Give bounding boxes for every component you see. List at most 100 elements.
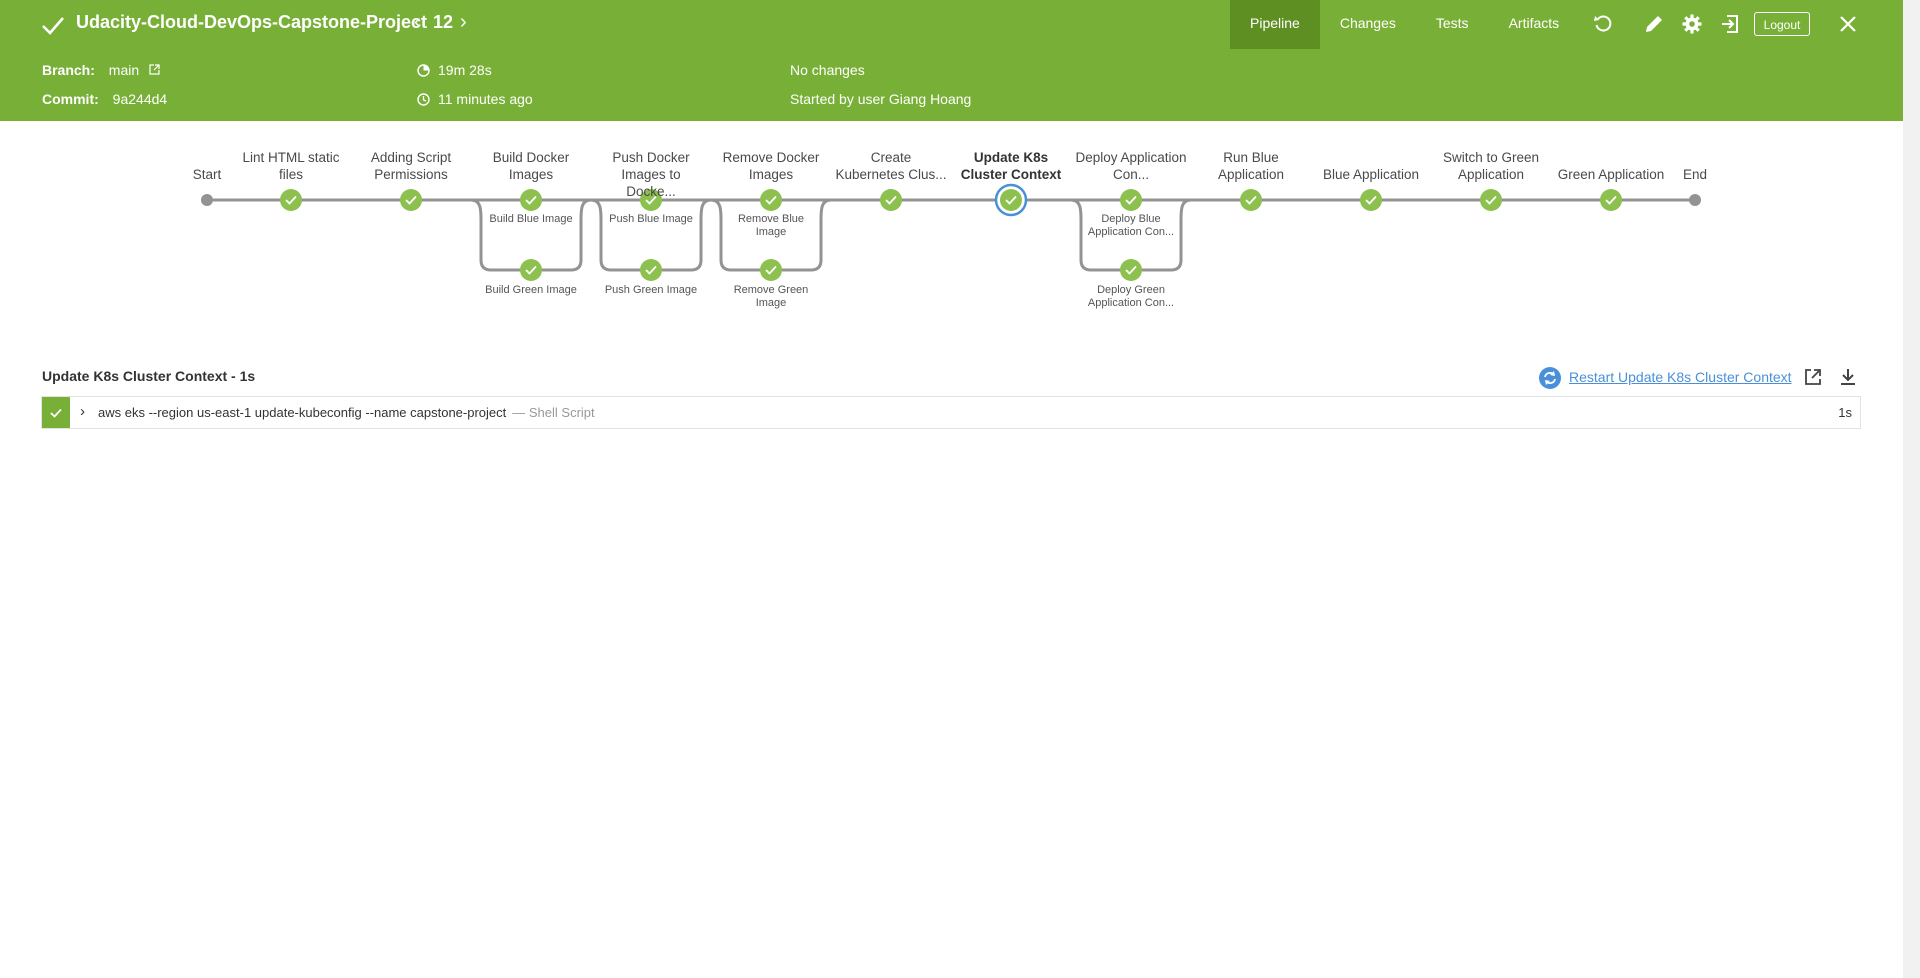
pipeline-graph: Start End Lint HTML static files Adding Scr… (0, 121, 1903, 351)
run-tabs: Pipeline Changes Tests Artifacts (1230, 0, 1579, 49)
node-success-circle (520, 189, 542, 211)
restart-stage-link[interactable]: Restart Update K8s Cluster Context (1569, 369, 1792, 385)
branch-node[interactable] (520, 259, 542, 281)
replay-icon[interactable] (1592, 13, 1614, 35)
step-command: aws eks --region us-east-1 update-kubeco… (98, 405, 595, 420)
step-command-text: aws eks --region us-east-1 update-kubeco… (98, 405, 507, 420)
pipeline-title[interactable]: Udacity-Cloud-DevOps-Capstone-Project (76, 12, 427, 33)
step-status-success (42, 397, 70, 428)
node-success-circle (1360, 189, 1382, 211)
run-header: Udacity-Cloud-DevOps-Capstone-Project ‹ … (0, 0, 1903, 49)
stage-label[interactable]: Create Kubernetes Clus... (835, 149, 947, 183)
stage-node[interactable] (1600, 189, 1622, 211)
node-success-circle (1600, 189, 1622, 211)
start-node (201, 194, 213, 206)
branch-label[interactable]: Remove Blue Image (722, 213, 820, 239)
stage-label[interactable]: Build Docker Images (475, 149, 587, 183)
previous-run-chevron-icon[interactable]: ‹ (414, 11, 421, 34)
started-meta: 11 minutes ago (417, 91, 533, 107)
node-success-circle (1240, 189, 1262, 211)
expand-chevron-icon[interactable]: › (80, 403, 85, 420)
commit-label: Commit: (42, 91, 99, 107)
stage-label[interactable]: Green Application (1555, 166, 1667, 183)
tab-pipeline[interactable]: Pipeline (1230, 0, 1320, 49)
logout-button[interactable]: Logout (1754, 12, 1810, 36)
check-icon (50, 408, 62, 418)
restart-icon[interactable] (1538, 366, 1562, 390)
node-success-circle (880, 189, 902, 211)
branch-label[interactable]: Deploy Green Application Con... (1082, 284, 1180, 310)
node-success-circle (1000, 189, 1022, 211)
step-duration: 1s (1838, 405, 1852, 420)
stage-node[interactable] (880, 189, 902, 211)
stage-node[interactable] (760, 189, 782, 211)
branch-label[interactable]: Push Green Image (602, 284, 700, 297)
stage-label[interactable]: Adding Script Permissions (355, 149, 467, 183)
node-success-circle (520, 259, 542, 281)
run-number: 12 (433, 12, 454, 32)
exit-icon[interactable] (1719, 13, 1741, 35)
node-success-circle (760, 259, 782, 281)
step-row[interactable]: › aws eks --region us-east-1 update-kube… (41, 396, 1861, 429)
stage-node[interactable] (520, 189, 542, 211)
open-external-icon[interactable] (1803, 367, 1823, 387)
stage-label[interactable]: Update K8s Cluster Context (955, 149, 1067, 183)
edit-icon[interactable] (1643, 13, 1665, 35)
node-success-circle (1120, 259, 1142, 281)
end-node (1689, 194, 1701, 206)
clock-icon (417, 93, 430, 106)
node-success-circle (760, 189, 782, 211)
page-scrollbar[interactable] (1903, 0, 1920, 978)
node-success-circle (400, 189, 422, 211)
started-ago-value: 11 minutes ago (438, 91, 533, 107)
node-success-circle (1120, 189, 1142, 211)
duration-value: 19m 28s (438, 62, 492, 78)
commit-meta: Commit: 9a244d4 (42, 91, 167, 107)
close-icon[interactable] (1838, 14, 1858, 34)
next-run-chevron-icon[interactable]: › (460, 11, 467, 34)
gear-icon[interactable] (1681, 13, 1703, 35)
stage-node[interactable] (1120, 189, 1142, 211)
branch-label: Branch: (42, 62, 95, 78)
branch-node[interactable] (760, 259, 782, 281)
stage-label[interactable]: Deploy Application Con... (1075, 149, 1187, 183)
stage-node[interactable] (400, 189, 422, 211)
stage-label[interactable]: Remove Docker Images (715, 149, 827, 183)
stage-label[interactable]: Switch to Green Application (1435, 149, 1547, 183)
stage-node[interactable] (1360, 189, 1382, 211)
check-icon (42, 17, 64, 35)
node-success-circle (640, 259, 662, 281)
stage-label[interactable]: Blue Application (1315, 166, 1427, 183)
tab-artifacts[interactable]: Artifacts (1489, 0, 1580, 49)
stage-label[interactable]: Run Blue Application (1195, 149, 1307, 183)
changes-meta: No changes (790, 62, 865, 78)
branch-value[interactable]: main (109, 62, 139, 78)
node-success-circle (280, 189, 302, 211)
branch-label[interactable]: Remove Green Image (722, 284, 820, 310)
started-by-meta: Started by user Giang Hoang (790, 91, 972, 107)
tab-tests[interactable]: Tests (1416, 0, 1489, 49)
node-success-circle (1480, 189, 1502, 211)
stopwatch-icon (417, 64, 430, 77)
branch-label[interactable]: Build Green Image (482, 284, 580, 297)
stage-node[interactable] (994, 183, 1028, 217)
branch-node[interactable] (640, 259, 662, 281)
stage-node[interactable] (1480, 189, 1502, 211)
download-icon[interactable] (1838, 367, 1858, 387)
branch-meta: Branch: main (42, 62, 168, 78)
stage-node[interactable] (1240, 189, 1262, 211)
commit-value[interactable]: 9a244d4 (113, 91, 168, 107)
stage-node[interactable] (280, 189, 302, 211)
stage-label[interactable]: Lint HTML static files (235, 149, 347, 183)
selected-stage-title: Update K8s Cluster Context - 1s (42, 368, 256, 384)
external-link-icon[interactable] (149, 64, 160, 75)
stage-label[interactable]: Push Docker Images to Docke... (595, 149, 707, 200)
step-type: — Shell Script (512, 405, 595, 420)
duration-meta: 19m 28s (417, 62, 492, 78)
branch-label[interactable]: Build Blue Image (482, 213, 580, 226)
branch-label[interactable]: Push Blue Image (602, 213, 700, 226)
branch-node[interactable] (1120, 259, 1142, 281)
tab-changes[interactable]: Changes (1320, 0, 1416, 49)
run-metadata: Branch: main Commit: 9a244d4 19m 28s 11 … (0, 49, 1903, 121)
branch-label[interactable]: Deploy Blue Application Con... (1082, 213, 1180, 239)
